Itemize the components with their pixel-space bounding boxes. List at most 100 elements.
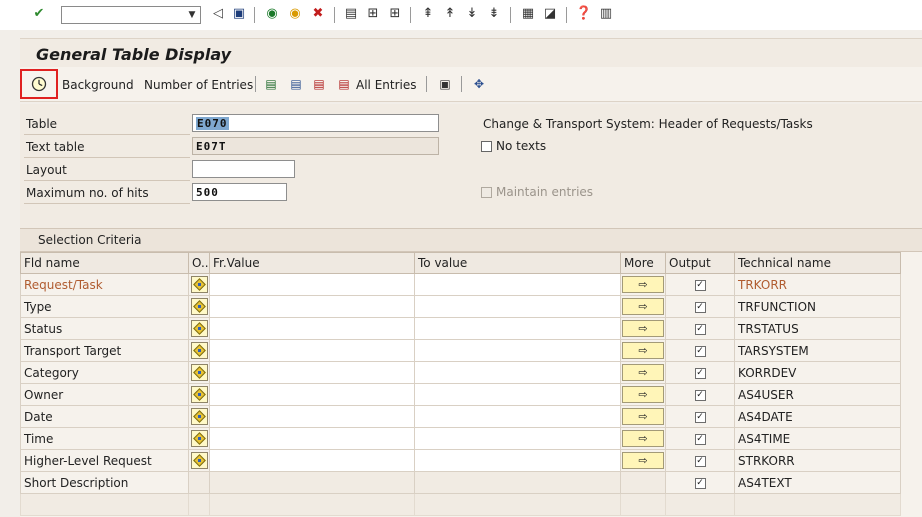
- from-value-input[interactable]: [209, 427, 415, 450]
- selection-option-icon[interactable]: [190, 276, 208, 293]
- to-value-input[interactable]: [414, 361, 621, 384]
- selection-option-icon[interactable]: [190, 342, 208, 359]
- selection-option-icon[interactable]: [190, 364, 208, 381]
- field-name-cell: Type: [20, 295, 189, 318]
- column-header-fld-name[interactable]: Fld name: [20, 252, 189, 274]
- select-all-icon[interactable]: ▤: [263, 76, 279, 92]
- multiple-selection-arrow-icon[interactable]: ⇨: [622, 298, 664, 315]
- from-value-input[interactable]: [209, 449, 415, 472]
- from-value-input[interactable]: [209, 295, 415, 318]
- command-field[interactable]: ▼: [61, 6, 201, 24]
- table-input[interactable]: E070: [192, 114, 439, 132]
- number-of-entries-button[interactable]: Number of Entries: [144, 78, 253, 92]
- from-value-input[interactable]: [209, 405, 415, 428]
- help-icon[interactable]: ❓: [576, 6, 592, 22]
- from-value-input[interactable]: [209, 339, 415, 362]
- multiple-selection-arrow-icon[interactable]: ⇨: [622, 320, 664, 337]
- selection-option-icon[interactable]: [190, 452, 208, 469]
- layout-input[interactable]: [192, 160, 295, 178]
- multiple-selection-arrow-icon[interactable]: ⇨: [622, 386, 664, 403]
- column-header-from-value[interactable]: Fr.Value: [209, 252, 415, 274]
- multiple-selection-arrow-icon[interactable]: ⇨: [622, 408, 664, 425]
- print-icon[interactable]: ▤: [343, 6, 359, 22]
- system-toolbar: ✔ ▼ ◁ ▣ ◉ ◉ ✖ ▤ ⊞ ⊞ ⇞ ↟ ↡ ⇟ ▦ ◪ ❓ ▥: [0, 0, 922, 30]
- selection-option-icon[interactable]: [190, 298, 208, 315]
- output-checkbox[interactable]: ✓: [694, 279, 706, 291]
- output-cell: ✓: [665, 383, 735, 406]
- save-icon[interactable]: ▣: [231, 6, 247, 22]
- all-entries-button[interactable]: All Entries: [356, 78, 417, 92]
- selection-option-icon[interactable]: [190, 386, 208, 403]
- selection-option-icon[interactable]: [190, 430, 208, 447]
- selection-option-icon[interactable]: [190, 408, 208, 425]
- layout-label: Layout: [26, 163, 67, 177]
- last-page-icon[interactable]: ⇟: [486, 6, 502, 22]
- to-value-input[interactable]: [414, 339, 621, 362]
- first-page-icon[interactable]: ⇞: [420, 6, 436, 22]
- output-checkbox[interactable]: ✓: [694, 433, 706, 445]
- multiple-selection-arrow-icon[interactable]: ⇨: [622, 276, 664, 293]
- to-value-input[interactable]: [414, 405, 621, 428]
- output-checkbox[interactable]: ✓: [694, 389, 706, 401]
- from-value-input[interactable]: [209, 361, 415, 384]
- multiple-selection-arrow-icon[interactable]: ⇨: [622, 430, 664, 447]
- technical-name-cell: TRSTATUS: [734, 317, 901, 340]
- output-checkbox[interactable]: ✓: [694, 367, 706, 379]
- table-row-empty: [20, 493, 901, 516]
- output-checkbox[interactable]: ✓: [694, 455, 706, 467]
- delete-selection-icon[interactable]: ▤: [311, 76, 327, 92]
- no-texts-checkbox[interactable]: [481, 141, 492, 152]
- to-value-input[interactable]: [414, 427, 621, 450]
- next-page-icon[interactable]: ↡: [464, 6, 480, 22]
- multiple-selection-arrow-icon[interactable]: ⇨: [622, 342, 664, 359]
- to-value-input[interactable]: [414, 449, 621, 472]
- column-header-more[interactable]: More: [620, 252, 666, 274]
- column-header-option[interactable]: O..: [188, 252, 210, 274]
- to-value-input[interactable]: [414, 383, 621, 406]
- all-entries-icon[interactable]: ▤: [336, 76, 352, 92]
- back-arrow-icon[interactable]: ◁: [210, 6, 226, 22]
- enter-icon[interactable]: ✔: [31, 6, 47, 22]
- to-value-input[interactable]: [414, 273, 621, 296]
- column-header-technical-name[interactable]: Technical name: [734, 252, 901, 274]
- find-next-icon[interactable]: ⊞: [387, 6, 403, 22]
- selection-option-cell: [188, 405, 210, 428]
- column-header-to-value[interactable]: To value: [414, 252, 621, 274]
- create-session-icon[interactable]: ▦: [520, 6, 536, 22]
- output-checkbox[interactable]: ✓: [694, 411, 706, 423]
- multiple-selection-arrow-icon[interactable]: ⇨: [622, 452, 664, 469]
- from-value-input[interactable]: [209, 383, 415, 406]
- layout-menu-icon[interactable]: ▥: [598, 6, 614, 22]
- output-checkbox[interactable]: ✓: [694, 323, 706, 335]
- selection-option-icon[interactable]: [190, 320, 208, 337]
- cancel-icon[interactable]: ✖: [310, 6, 326, 22]
- field-selection-icon[interactable]: ▣: [437, 76, 453, 92]
- multiple-selection-arrow-icon[interactable]: ⇨: [622, 364, 664, 381]
- back-icon[interactable]: ◉: [264, 6, 280, 22]
- empty-cell: [620, 493, 666, 516]
- to-value-input[interactable]: [414, 317, 621, 340]
- previous-page-icon[interactable]: ↟: [442, 6, 458, 22]
- more-cell: ⇨: [620, 317, 666, 340]
- to-value-input[interactable]: [414, 295, 621, 318]
- shortcut-icon[interactable]: ◪: [542, 6, 558, 22]
- technical-name-cell: TRKORR: [734, 273, 901, 296]
- find-icon[interactable]: ⊞: [365, 6, 381, 22]
- column-header-output[interactable]: Output: [665, 252, 735, 274]
- deselect-all-icon[interactable]: ▤: [288, 76, 304, 92]
- output-checkbox[interactable]: ✓: [694, 301, 706, 313]
- table-row: Date ⇨ ✓ AS4DATE: [20, 405, 901, 428]
- navigation-arrows-icon[interactable]: ✥: [471, 76, 487, 92]
- output-checkbox[interactable]: ✓: [694, 477, 706, 489]
- from-value-input[interactable]: [209, 273, 415, 296]
- empty-cell: [188, 493, 210, 516]
- output-cell: ✓: [665, 449, 735, 472]
- more-cell: ⇨: [620, 339, 666, 362]
- max-hits-input[interactable]: 500: [192, 183, 287, 201]
- chevron-down-icon[interactable]: ▼: [185, 8, 199, 22]
- exit-icon[interactable]: ◉: [287, 6, 303, 22]
- output-checkbox[interactable]: ✓: [694, 345, 706, 357]
- execute-button[interactable]: [20, 69, 58, 99]
- background-button[interactable]: Background: [62, 78, 134, 92]
- from-value-input[interactable]: [209, 317, 415, 340]
